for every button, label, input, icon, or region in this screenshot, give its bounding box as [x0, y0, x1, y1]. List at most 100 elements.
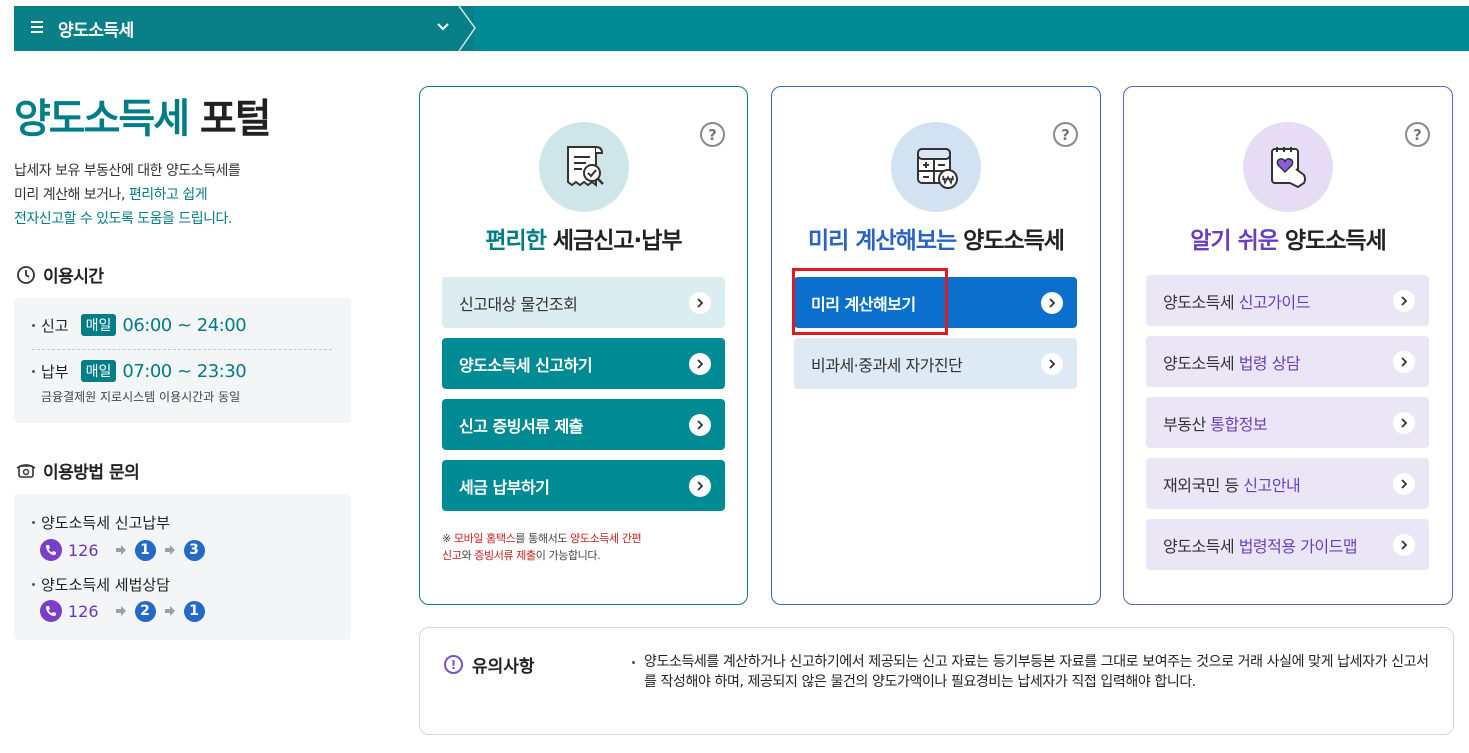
card-title-accent: 미리 계산해보는 [808, 228, 957, 254]
submit-documents-button[interactable]: 신고 증빙서류 제출 [442, 399, 725, 450]
intro-line-2b: 편리하고 쉽게 [128, 187, 208, 203]
card-title-rest: 양도소득세 [956, 228, 1065, 254]
button-label: 신고 증빙서류 제출 [459, 416, 583, 436]
chevron-right-icon [1393, 351, 1415, 373]
hours-heading: 이용시간 [16, 262, 104, 287]
intro-line-2: 미리 계산해 보거나, 편리하고 쉽게 [14, 183, 314, 207]
card-easy-guide: ? 알기 쉬운 양도소득세 양도소득세 신고가이드 양도소득세 법령 상담 부동… [1123, 86, 1453, 605]
card-title-accent: 편리한 [485, 228, 546, 254]
button-label: 부동산 통합정보 [1163, 411, 1268, 435]
receipt-search-icon [538, 122, 629, 212]
button-label-b: 신고안내 [1243, 475, 1301, 495]
menu-title: 양도소득세 [58, 21, 134, 41]
notice-heading: ! 유의사항 [444, 652, 535, 677]
inquiry-heading: 이용방법 문의 [16, 458, 140, 483]
pay-label: 납부 [41, 362, 69, 381]
property-lookup-button[interactable]: 신고대상 물건조회 [442, 277, 725, 328]
inquiry-box: 양도소득세 신고납부 126 1 3 양도소득세 세법상담 126 2 1 [14, 494, 351, 640]
notice-panel: ! 유의사항 양도소득세를 계산하거나 신고하기에서 제공되는 신고 자료는 등… [419, 627, 1454, 735]
phone-row-1: 126 1 3 [40, 539, 205, 561]
bullet [32, 369, 35, 373]
button-label-a: 재외국민 등 [1163, 475, 1244, 495]
button-label: 양도소득세 신고가이드 [1163, 289, 1310, 313]
button-label: 양도소득세 법령적용 가이드맵 [1163, 533, 1358, 557]
button-label-b: 법령 상담 [1238, 353, 1301, 373]
note-part: 증빙서류 제출 [474, 549, 536, 562]
pay-time: 07:00 ~ 23:30 [122, 360, 247, 382]
top-navigation-bar: 양도소득세 [0, 0, 1469, 56]
bullet [32, 323, 35, 327]
card-report-payment: ? 편리한 세금신고·납부 신고대상 물건조회 양도소득세 신고하기 신고 증빙… [419, 86, 748, 605]
chevron-right-icon [1041, 292, 1063, 314]
card-title: 편리한 세금신고·납부 [420, 221, 747, 255]
law-consult-button[interactable]: 양도소득세 법령 상담 [1146, 336, 1429, 387]
button-label-a: 양도소득세 [1163, 536, 1239, 556]
divider [32, 349, 332, 350]
note-part: 모바일 홈택스 [453, 532, 516, 545]
menu-dropdown[interactable]: 양도소득세 [14, 6, 474, 51]
phone-number: 126 [68, 540, 99, 560]
note-part: 신고 [442, 549, 462, 562]
chevron-down-icon[interactable] [435, 19, 451, 35]
inquiry-label-2-text: 양도소득세 세법상담 [41, 576, 170, 594]
exclamation-icon: ! [444, 655, 463, 674]
daily-badge: 매일 [80, 314, 117, 336]
law-guide-map-button[interactable]: 양도소득세 법령적용 가이드맵 [1146, 519, 1429, 570]
phone-row-2: 126 2 1 [40, 600, 205, 622]
bullet [32, 521, 35, 524]
portal-intro: 납세자 보유 부동산에 대한 양도소득세를 미리 계산해 보거나, 편리하고 쉽… [14, 159, 314, 231]
pay-tax-button[interactable]: 세금 납부하기 [442, 460, 725, 511]
self-diagnosis-button[interactable]: 비과세·중과세 자가진단 [794, 338, 1077, 389]
pay-hours-row: 납부 매일 07:00 ~ 23:30 [32, 360, 247, 382]
card-title-rest: 양도소득세 [1277, 228, 1387, 254]
menu-number: 3 [183, 539, 205, 561]
chevron-right-icon [689, 414, 711, 436]
help-icon[interactable]: ? [700, 122, 725, 147]
phone-icon [40, 600, 62, 622]
overseas-guide-button[interactable]: 재외국민 등 신고안내 [1146, 458, 1429, 509]
arrow-right-icon [115, 606, 126, 616]
real-estate-info-button[interactable]: 부동산 통합정보 [1146, 397, 1429, 448]
chevron-right-icon [689, 292, 711, 314]
chevron-right-icon [1393, 473, 1415, 495]
bullet [32, 583, 35, 586]
file-tax-return-button[interactable]: 양도소득세 신고하기 [442, 338, 725, 389]
button-label-a: 양도소득세 [1163, 292, 1239, 312]
button-label: 양도소득세 법령 상담 [1163, 350, 1301, 374]
button-label: 비과세·중과세 자가진단 [811, 355, 963, 375]
inquiry-heading-text: 이용방법 문의 [43, 463, 140, 483]
button-label: 양도소득세 신고하기 [459, 355, 593, 375]
menu-number: 1 [134, 539, 156, 561]
hamburger-menu-icon[interactable] [31, 21, 43, 33]
note-part: 와 [461, 549, 475, 562]
phone-icon [40, 539, 62, 561]
page-title: 양도소득세 포털 [14, 86, 272, 144]
note-part: 를 통해서도 [515, 532, 571, 545]
top-bar-background: 양도소득세 [14, 6, 1469, 51]
report-guide-button[interactable]: 양도소득세 신고가이드 [1146, 275, 1429, 326]
card-title-accent: 알기 쉬운 [1190, 228, 1279, 254]
menu-number: 1 [183, 600, 205, 622]
chevron-right-icon [689, 353, 711, 375]
button-label-a: 양도소득세 [1163, 353, 1239, 373]
button-label: 재외국민 등 신고안내 [1163, 472, 1301, 496]
note-part: ※ [442, 532, 454, 545]
notice-heading-text: 유의사항 [472, 657, 535, 677]
clock-icon [17, 265, 35, 284]
note-part: 양도소득세 간편 [570, 532, 642, 545]
hours-box: 신고 매일 06:00 ~ 24:00 납부 매일 07:00 ~ 23:30 … [14, 298, 351, 423]
button-label-b: 법령적용 가이드맵 [1238, 536, 1358, 556]
inquiry-label-2: 양도소득세 세법상담 [32, 574, 170, 595]
card-title: 알기 쉬운 양도소득세 [1124, 221, 1452, 255]
help-icon[interactable]: ? [1405, 122, 1430, 147]
inquiry-label-1-text: 양도소득세 신고납부 [41, 514, 170, 532]
button-label-b: 통합정보 [1210, 414, 1268, 434]
report-hours-row: 신고 매일 06:00 ~ 24:00 [32, 314, 247, 336]
report-time: 06:00 ~ 24:00 [122, 314, 247, 336]
highlight-annotation [792, 268, 948, 335]
page-title-rest: 포털 [188, 96, 272, 142]
inquiry-label-1: 양도소득세 신고납부 [32, 512, 170, 533]
help-icon[interactable]: ? [1053, 122, 1078, 147]
telephone-icon [16, 463, 36, 478]
button-label-b: 신고가이드 [1238, 292, 1311, 312]
